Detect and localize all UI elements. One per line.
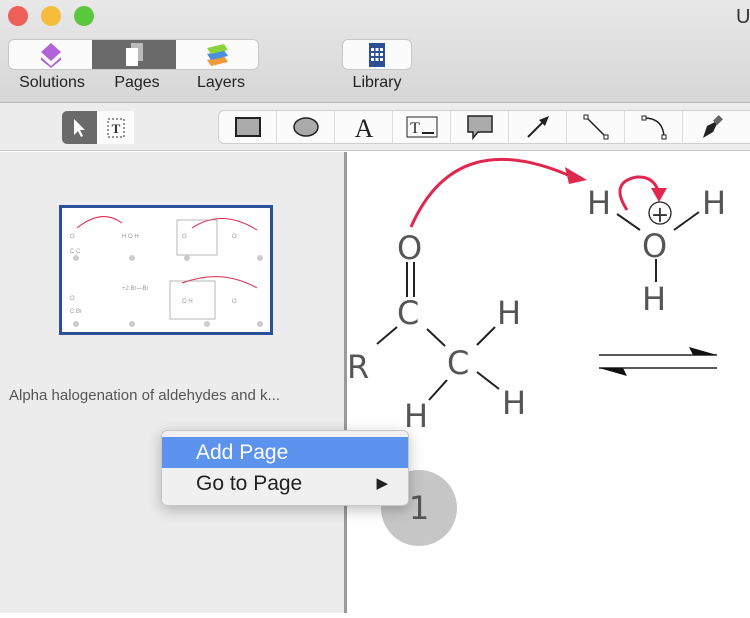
page-title: Alpha halogenation of aldehydes and k... (9, 387, 281, 404)
view-segmented-control (8, 39, 259, 70)
arc-icon (641, 115, 666, 140)
curved-arrow (409, 157, 580, 228)
atom-c: C (447, 344, 469, 382)
svg-text:O: O (232, 234, 237, 240)
minimize-button[interactable] (41, 6, 61, 26)
arc-tool[interactable] (625, 111, 683, 143)
charge-label: + (651, 203, 669, 228)
svg-text:O: O (70, 234, 75, 240)
library-icon (369, 42, 385, 67)
svg-text:T: T (410, 120, 420, 137)
arrowhead-small-icon (651, 188, 667, 202)
rectangle-icon (234, 117, 261, 137)
svg-text:H O H: H O H (122, 234, 139, 240)
svg-text:O: O (232, 299, 237, 305)
layers-button[interactable] (176, 40, 258, 69)
text-tool[interactable]: A (335, 111, 393, 143)
zoom-button[interactable] (74, 6, 94, 26)
svg-text:O: O (70, 296, 75, 302)
svg-text:+2 Br—Br: +2 Br—Br (122, 286, 149, 292)
svg-text:C C: C C (70, 249, 81, 255)
layers-label: Layers (196, 74, 246, 91)
arrow-tool[interactable] (509, 111, 567, 143)
library-button[interactable] (342, 39, 412, 70)
menu-item-label: Go to Page (196, 472, 303, 495)
menu-item-add-page[interactable]: Add Page (162, 437, 408, 468)
solutions-icon (40, 42, 61, 68)
line-tool[interactable] (567, 111, 625, 143)
pages-icon (125, 42, 143, 66)
textbox-icon: T (406, 116, 437, 138)
atom-c: C (397, 294, 419, 332)
arrowhead-icon (565, 167, 587, 184)
solutions-button[interactable] (9, 40, 92, 69)
pages-label: Pages (114, 74, 160, 91)
submenu-arrow-icon: ▶ (376, 475, 388, 492)
arrow-icon (526, 116, 549, 138)
callout-icon (466, 115, 493, 140)
line-icon (583, 114, 608, 140)
svg-text:O H: O H (182, 299, 193, 305)
menu-item-label: Add Page (196, 441, 289, 464)
ellipse-tool[interactable] (277, 111, 335, 143)
shape-tools: A T (218, 110, 750, 144)
page-thumbnail[interactable]: O C C H O H O O O C Br +2 Br—Br O H O (59, 205, 273, 335)
atom-r: R (347, 348, 369, 386)
atom-h: H (404, 397, 428, 435)
svg-text:C Br: C Br (70, 309, 82, 315)
pages-button[interactable] (92, 40, 176, 69)
toolbar: U Solutions Pages Layers Library (0, 0, 750, 103)
textbox-tool[interactable]: T (393, 111, 451, 143)
callout-tool[interactable] (451, 111, 509, 143)
pen-icon (703, 115, 723, 138)
equilibrium-arrow (599, 368, 627, 376)
menu-item-go-to-page[interactable]: Go to Page ▶ (162, 468, 408, 499)
atom-h: H (642, 280, 666, 318)
svg-text:A: A (354, 114, 373, 140)
ellipse-icon (292, 117, 319, 137)
drawing-toolbar: T A T (0, 103, 750, 151)
atom-h: H (502, 384, 526, 422)
atom-h: H (587, 184, 611, 222)
solutions-label: Solutions (19, 74, 85, 91)
select-tool[interactable] (62, 111, 97, 144)
text-selection-icon: T (107, 118, 124, 137)
svg-text:T: T (111, 121, 120, 136)
pen-tool[interactable] (683, 111, 741, 143)
atom-o: O (642, 227, 667, 265)
atom-h: H (497, 294, 521, 332)
context-menu: Add Page Go to Page ▶ (161, 430, 409, 506)
layers-icon (206, 43, 228, 66)
library-label: Library (352, 74, 402, 91)
close-button[interactable] (8, 6, 28, 26)
text-icon: A (354, 114, 373, 140)
text-select-tool[interactable]: T (97, 111, 134, 144)
page-thumbnail-preview: O C C H O H O O O C Br +2 Br—Br O H O (70, 216, 263, 327)
rectangle-tool[interactable] (219, 111, 277, 143)
atom-o: O (397, 229, 422, 267)
equilibrium-arrow (689, 347, 717, 355)
pointer-icon (73, 118, 85, 137)
svg-text:O: O (182, 234, 187, 240)
pages-panel: O C C H O H O O O C Br +2 Br—Br O H O Alpha halo… (0, 152, 344, 613)
window-title: U (736, 6, 750, 28)
atom-h: H (702, 184, 726, 222)
